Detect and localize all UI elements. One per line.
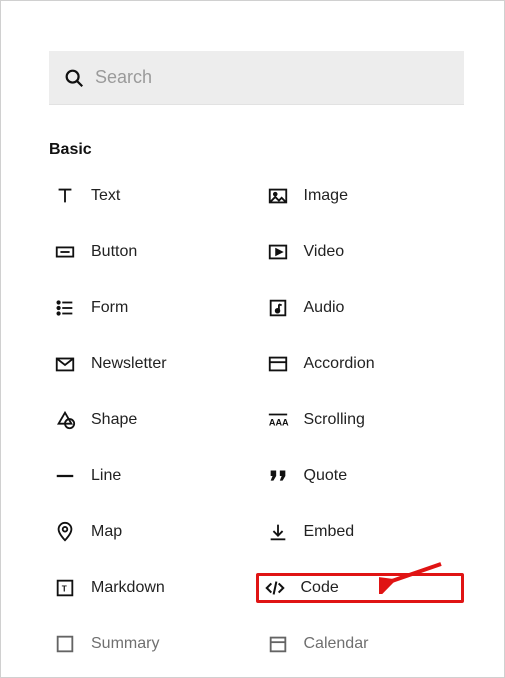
block-item-quote[interactable]: Quote (262, 461, 465, 491)
block-item-label: Image (304, 187, 348, 205)
block-item-audio[interactable]: Audio (262, 293, 465, 323)
block-item-label: Text (91, 187, 120, 205)
markdown-icon: T (53, 576, 77, 600)
map-icon (53, 520, 77, 544)
button-icon (53, 240, 77, 264)
scrolling-icon: AAA (266, 408, 290, 432)
video-icon (266, 240, 290, 264)
block-item-image[interactable]: Image (262, 181, 465, 211)
block-item-label: Code (301, 579, 339, 597)
block-picker-panel: Basic Text (0, 0, 505, 678)
calendar-icon (266, 632, 290, 656)
block-item-scrolling[interactable]: AAA Scrolling (262, 405, 465, 435)
block-item-label: Form (91, 299, 128, 317)
block-item-label: Video (304, 243, 345, 261)
search-bar[interactable] (49, 51, 464, 105)
block-item-code[interactable]: Code (256, 573, 465, 603)
block-item-markdown[interactable]: T Markdown (49, 573, 252, 603)
block-item-label: Button (91, 243, 137, 261)
audio-icon (266, 296, 290, 320)
block-item-shape[interactable]: Shape (49, 405, 252, 435)
block-item-calendar[interactable]: Calendar (262, 629, 465, 659)
block-item-button[interactable]: Button (49, 237, 252, 267)
block-item-label: Newsletter (91, 355, 167, 373)
block-item-label: Quote (304, 467, 348, 485)
shape-icon (53, 408, 77, 432)
embed-icon (266, 520, 290, 544)
block-item-label: Summary (91, 635, 159, 653)
block-item-label: Audio (304, 299, 345, 317)
block-grid: Text Image (49, 181, 464, 659)
code-icon (263, 576, 287, 600)
block-item-label: Calendar (304, 635, 369, 653)
svg-text:T: T (62, 585, 67, 594)
svg-text:AAA: AAA (268, 418, 288, 428)
form-icon (53, 296, 77, 320)
content: Basic Text (1, 1, 504, 677)
block-item-label: Scrolling (304, 411, 365, 429)
block-item-text[interactable]: Text (49, 181, 252, 211)
search-icon (63, 67, 85, 89)
block-item-label: Accordion (304, 355, 375, 373)
block-item-form[interactable]: Form (49, 293, 252, 323)
line-icon (53, 464, 77, 488)
section-title-basic: Basic (49, 141, 464, 159)
block-item-label: Map (91, 523, 122, 541)
summary-icon (53, 632, 77, 656)
scroll-area[interactable]: Basic Text (1, 1, 504, 677)
accordion-icon (266, 352, 290, 376)
newsletter-icon (53, 352, 77, 376)
quote-icon (266, 464, 290, 488)
search-input[interactable] (95, 67, 450, 88)
text-icon (53, 184, 77, 208)
block-item-accordion[interactable]: Accordion (262, 349, 465, 379)
block-item-label: Markdown (91, 579, 165, 597)
block-item-line[interactable]: Line (49, 461, 252, 491)
block-item-video[interactable]: Video (262, 237, 465, 267)
block-item-label: Embed (304, 523, 355, 541)
block-item-newsletter[interactable]: Newsletter (49, 349, 252, 379)
block-item-map[interactable]: Map (49, 517, 252, 547)
block-item-embed[interactable]: Embed (262, 517, 465, 547)
block-item-summary[interactable]: Summary (49, 629, 252, 659)
block-item-label: Shape (91, 411, 137, 429)
image-icon (266, 184, 290, 208)
block-item-label: Line (91, 467, 121, 485)
